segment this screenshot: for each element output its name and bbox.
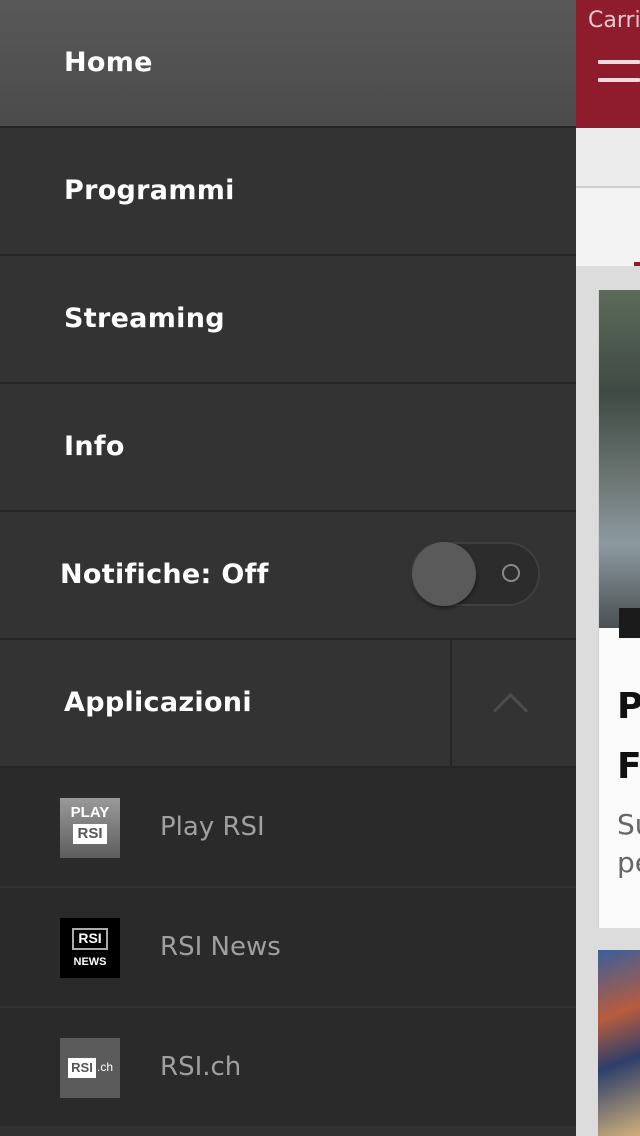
logo-text: RSI <box>78 930 102 946</box>
toggle-knob <box>412 542 476 606</box>
toggle-off-icon <box>502 564 520 582</box>
menu-item-streaming[interactable]: Streaming <box>0 256 576 384</box>
logo-text: .ch <box>97 1060 114 1074</box>
rsi-news-logo-icon: RSI NEWS <box>60 918 120 978</box>
background-top-bar: Carri <box>576 0 640 128</box>
logo-text: NEWS <box>73 956 107 968</box>
menu-item-label: Programmi <box>64 175 235 206</box>
background-section-bar <box>576 188 640 266</box>
menu-item-label: Info <box>64 431 125 462</box>
side-menu: Home Programmi Streaming Info Notifiche:… <box>0 0 576 1136</box>
menu-item-home[interactable]: Home <box>0 0 576 128</box>
logo-text: RSI <box>71 1060 93 1075</box>
article-photo <box>599 290 640 628</box>
rsi-ch-logo-icon: RSI .ch <box>60 1038 120 1098</box>
active-tab-indicator <box>634 262 640 266</box>
logo-text: RSI <box>77 825 103 842</box>
carrier-label: Carri <box>588 8 640 33</box>
background-app-content[interactable]: Carri P F Su pe <box>576 0 640 1136</box>
menu-item-label: Streaming <box>64 303 225 334</box>
apps-collapse-button[interactable] <box>452 640 576 766</box>
article-subtitle-partial: pe <box>617 846 640 879</box>
article-category-tag <box>619 608 640 638</box>
menu-item-info[interactable]: Info <box>0 384 576 512</box>
chevron-up-icon <box>492 692 529 729</box>
menu-item-applicazioni[interactable]: Applicazioni <box>0 640 576 768</box>
background-tab-bar <box>576 128 640 188</box>
menu-item-label: Home <box>64 47 153 78</box>
app-item-play-rsi[interactable]: PLAY RSI Play RSI <box>0 768 576 888</box>
article-subtitle-partial: Su <box>617 808 640 841</box>
background-article-card[interactable]: P F Su pe <box>598 290 640 928</box>
article-title-partial: P <box>617 686 640 727</box>
menu-item-label: Applicazioni <box>64 687 252 718</box>
app-item-rsi-news[interactable]: RSI NEWS RSI News <box>0 888 576 1008</box>
hamburger-menu-icon[interactable] <box>598 60 640 104</box>
background-article-photo[interactable] <box>598 950 640 1136</box>
logo-text: PLAY <box>70 804 110 821</box>
notifications-label: Notifiche: Off <box>60 559 269 590</box>
app-item-label: RSI News <box>160 932 281 962</box>
menu-item-programmi[interactable]: Programmi <box>0 128 576 256</box>
app-item-label: Play RSI <box>160 812 265 842</box>
play-rsi-logo-icon: PLAY RSI <box>60 798 120 858</box>
notifications-toggle[interactable] <box>410 542 540 606</box>
app-item-label: RSI.ch <box>160 1052 242 1082</box>
article-title-partial: F <box>617 746 640 787</box>
app-item-rsi-ch[interactable]: RSI .ch RSI.ch <box>0 1008 576 1128</box>
